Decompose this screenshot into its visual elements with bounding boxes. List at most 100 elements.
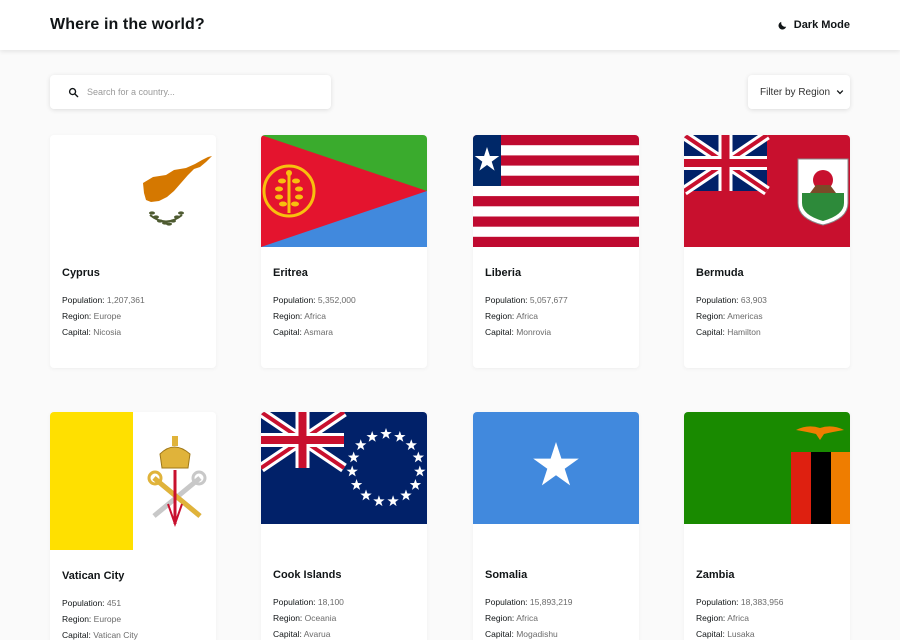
- search-bar[interactable]: [50, 75, 331, 109]
- flag-vatican-city: [50, 412, 216, 550]
- population-row: Population: 5,057,677: [485, 292, 627, 308]
- country-card-somalia[interactable]: Somalia Population: 15,893,219 Region: A…: [473, 412, 639, 640]
- card-body: Somalia Population: 15,893,219 Region: A…: [473, 569, 639, 640]
- country-card-cook-islands[interactable]: Cook Islands Population: 18,100 Region: …: [261, 412, 427, 640]
- dark-mode-toggle[interactable]: Dark Mode: [777, 19, 850, 31]
- country-card-zambia[interactable]: Zambia Population: 18,383,956 Region: Af…: [684, 412, 850, 640]
- population-row: Population: 5,352,000: [273, 292, 415, 308]
- region-label: Region:: [273, 311, 305, 321]
- region-row: Region: Oceania: [273, 610, 415, 626]
- population-row: Population: 451: [62, 595, 204, 611]
- region-row: Region: Europe: [62, 611, 204, 627]
- moon-icon: [778, 21, 786, 29]
- country-card-cyprus[interactable]: Cyprus Population: 1,207,361 Region: Eur…: [50, 135, 216, 368]
- population-value: 18,100: [317, 597, 344, 607]
- country-card-liberia[interactable]: Liberia Population: 5,057,677 Region: Af…: [473, 135, 639, 368]
- app-header: Where in the world? Dark Mode: [0, 0, 900, 50]
- region-value: Americas: [727, 311, 763, 321]
- population-label: Population:: [62, 598, 107, 608]
- population-row: Population: 18,383,956: [696, 594, 838, 610]
- country-name: Cyprus: [62, 267, 100, 279]
- region-filter-select[interactable]: Filter by Region: [748, 75, 850, 109]
- country-name: Cook Islands: [273, 569, 342, 581]
- capital-value: Mogadishu: [516, 629, 558, 639]
- region-value: Oceania: [304, 613, 337, 623]
- capital-label: Capital:: [696, 327, 728, 337]
- capital-label: Capital:: [273, 327, 304, 337]
- capital-row: Capital: Asmara: [273, 324, 415, 340]
- capital-value: Asmara: [303, 327, 334, 337]
- population-row: Population: 63,903: [696, 292, 838, 308]
- country-card-eritrea[interactable]: Eritrea Population: 5,352,000 Region: Af…: [261, 135, 427, 368]
- card-body: Cook Islands Population: 18,100 Region: …: [261, 569, 427, 640]
- card-body: Eritrea Population: 5,352,000 Region: Af…: [261, 267, 427, 340]
- region-label: Region:: [62, 614, 94, 624]
- population-value: 18,383,956: [740, 597, 784, 607]
- population-value: 451: [106, 598, 122, 608]
- region-row: Region: Africa: [485, 610, 627, 626]
- flag-zambia: [684, 412, 850, 524]
- capital-value: Nicosia: [93, 327, 122, 337]
- country-name: Somalia: [485, 569, 528, 581]
- population-value: 1,207,361: [106, 295, 145, 305]
- country-name: Bermuda: [696, 267, 744, 279]
- population-label: Population:: [62, 295, 107, 305]
- region-value: Europe: [93, 614, 122, 624]
- capital-row: Capital: Avarua: [273, 626, 415, 640]
- region-value: Africa: [727, 613, 749, 623]
- region-row: Region: Africa: [273, 308, 415, 324]
- capital-row: Capital: Lusaka: [696, 626, 838, 640]
- population-value: 5,057,677: [529, 295, 568, 305]
- dark-mode-label: Dark Mode: [793, 19, 850, 31]
- flag-cyprus: [50, 135, 216, 247]
- population-label: Population:: [696, 295, 741, 305]
- region-label: Region:: [696, 311, 728, 321]
- region-label: Region:: [485, 613, 517, 623]
- population-label: Population:: [485, 597, 530, 607]
- flag-eritrea: [261, 135, 427, 247]
- capital-value: Vatican City: [93, 630, 138, 640]
- population-label: Population:: [485, 295, 530, 305]
- flag-somalia: [473, 412, 639, 524]
- capital-value: Avarua: [303, 629, 331, 639]
- region-row: Region: Africa: [696, 610, 838, 626]
- flag-bermuda: [684, 135, 850, 247]
- region-label: Region:: [485, 311, 517, 321]
- population-value: 63,903: [740, 295, 767, 305]
- region-label: Region:: [273, 613, 305, 623]
- population-row: Population: 1,207,361: [62, 292, 204, 308]
- capital-label: Capital:: [62, 630, 94, 640]
- capital-label: Capital:: [696, 629, 728, 639]
- region-row: Region: Africa: [485, 308, 627, 324]
- capital-value: Hamilton: [727, 327, 761, 337]
- capital-row: Capital: Nicosia: [62, 324, 204, 340]
- population-label: Population:: [273, 295, 318, 305]
- capital-label: Capital:: [62, 327, 94, 337]
- region-value: Africa: [304, 311, 326, 321]
- country-card-bermuda[interactable]: Bermuda Population: 63,903 Region: Ameri…: [684, 135, 850, 368]
- capital-row: Capital: Monrovia: [485, 324, 627, 340]
- card-body: Cyprus Population: 1,207,361 Region: Eur…: [50, 267, 216, 340]
- region-label: Region:: [696, 613, 728, 623]
- region-value: Africa: [516, 311, 538, 321]
- capital-row: Capital: Vatican City: [62, 627, 204, 640]
- country-card-vatican-city[interactable]: Vatican City Population: 451 Region: Eur…: [50, 412, 216, 640]
- capital-row: Capital: Hamilton: [696, 324, 838, 340]
- card-body: Liberia Population: 5,057,677 Region: Af…: [473, 267, 639, 340]
- search-input[interactable]: [87, 87, 307, 97]
- app-title: Where in the world?: [50, 16, 205, 33]
- card-body: Zambia Population: 18,383,956 Region: Af…: [684, 569, 850, 640]
- search-icon: [68, 87, 79, 97]
- country-name: Liberia: [485, 267, 522, 279]
- region-row: Region: Europe: [62, 308, 204, 324]
- capital-value: Lusaka: [727, 629, 755, 639]
- population-value: 15,893,219: [529, 597, 573, 607]
- region-value: Europe: [93, 311, 122, 321]
- country-name: Vatican City: [62, 570, 125, 582]
- population-label: Population:: [696, 597, 741, 607]
- capital-label: Capital:: [485, 629, 517, 639]
- population-label: Population:: [273, 597, 318, 607]
- region-filter-label: Filter by Region: [760, 86, 831, 98]
- card-body: Bermuda Population: 63,903 Region: Ameri…: [684, 267, 850, 340]
- population-row: Population: 18,100: [273, 594, 415, 610]
